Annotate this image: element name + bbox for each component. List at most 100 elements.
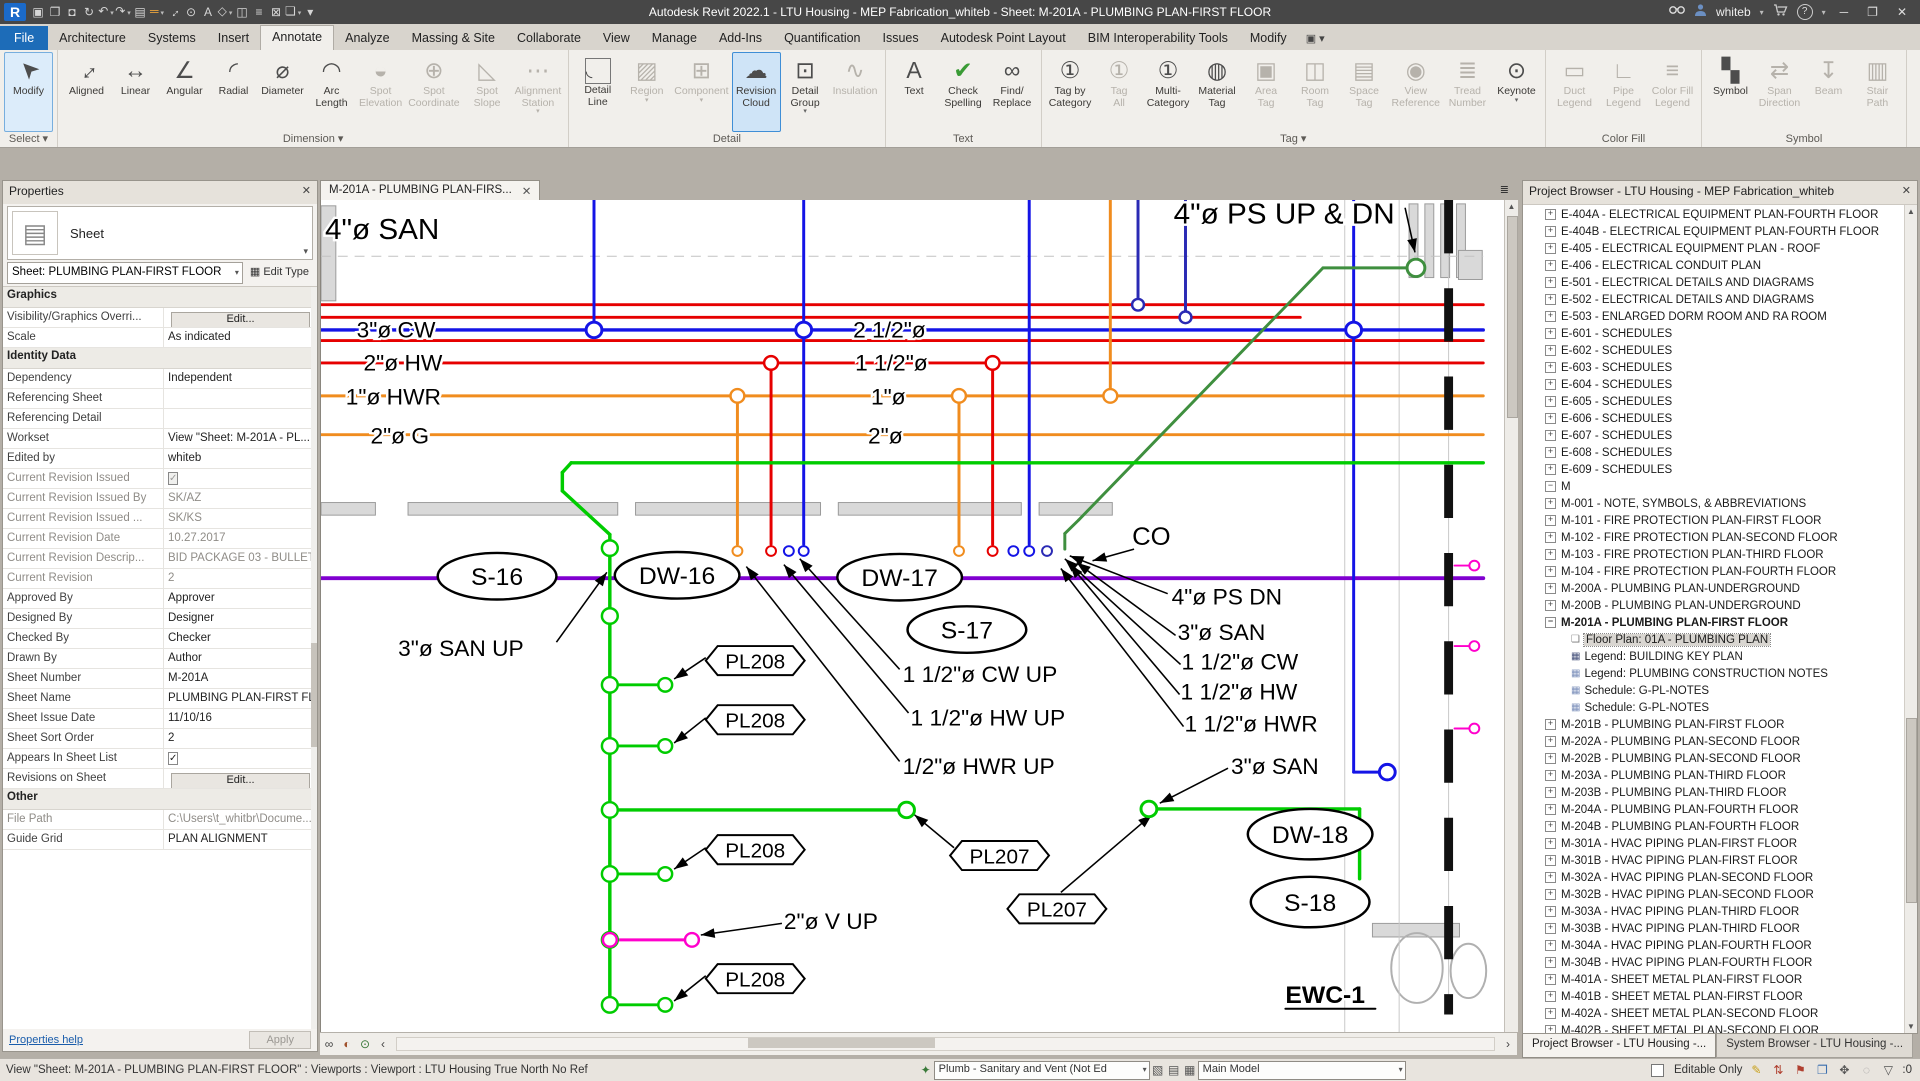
tree-expand-icon[interactable]: + xyxy=(1545,413,1556,424)
tab-add-ins[interactable]: Add-Ins xyxy=(708,26,773,50)
browser-item[interactable]: +E-609 - SCHEDULES xyxy=(1523,461,1917,478)
tree-expand-icon[interactable]: + xyxy=(1545,515,1556,526)
reveal-hidden-elements-icon[interactable]: ◐ xyxy=(338,1037,356,1051)
browser-item[interactable]: + M-402A - SHEET METAL PLAN-SECOND FLOOR xyxy=(1523,1005,1917,1022)
browser-item[interactable]: +E-405 - ELECTRICAL EQUIPMENT PLAN - ROO… xyxy=(1523,240,1917,257)
tree-expand-icon[interactable]: + xyxy=(1545,532,1556,543)
browser-item[interactable]: +M-301B - HVAC PIPING PLAN-FIRST FLOOR xyxy=(1523,852,1917,869)
project-browser-scrollbar[interactable]: ▲▼ xyxy=(1904,205,1917,1033)
browser-item-label[interactable]: M-302A - HVAC PIPING PLAN-SECOND FLOOR xyxy=(1561,872,1813,884)
edit-button[interactable]: Edit... xyxy=(171,773,311,789)
section-icon[interactable]: ◫ xyxy=(234,3,250,21)
browser-item[interactable]: +M-301A - HVAC PIPING PLAN-FIRST FLOOR xyxy=(1523,835,1917,852)
visual-style-icon[interactable]: ⊙ xyxy=(356,1037,374,1051)
tag-by-category-button[interactable]: ①Tag by Category xyxy=(1046,52,1095,132)
browser-item[interactable]: +M-304B - HVAC PIPING PLAN-FOURTH FLOOR xyxy=(1523,954,1917,971)
workset-display-icon[interactable]: ▤ xyxy=(1166,1063,1182,1077)
browser-item[interactable]: +M-200B - PLUMBING PLAN-UNDERGROUND xyxy=(1523,597,1917,614)
tree-expand-icon[interactable]: + xyxy=(1545,1025,1556,1033)
user-icon[interactable] xyxy=(1694,3,1707,21)
project-browser-close-icon[interactable]: ✕ xyxy=(1902,184,1911,197)
property-value[interactable]: Checker xyxy=(163,629,317,648)
browser-item[interactable]: + E-606 - SCHEDULES xyxy=(1523,410,1917,427)
browser-item[interactable]: +M-204A - PLUMBING PLAN-FOURTH FLOOR xyxy=(1523,801,1917,818)
tree-expand-icon[interactable]: + xyxy=(1545,923,1556,934)
browser-item[interactable]: +M-201B - PLUMBING PLAN-FIRST FLOOR xyxy=(1523,716,1917,733)
measure-icon[interactable]: ═ ▾ xyxy=(149,2,165,23)
property-value[interactable]: whiteb xyxy=(163,449,317,468)
sync-with-central-icon[interactable]: ↻ xyxy=(81,3,97,21)
browser-item-label[interactable]: M-402B - SHEET METAL PLAN-SECOND FLOOR xyxy=(1561,1025,1819,1034)
browser-item[interactable]: +M-302A - HVAC PIPING PLAN-SECOND FLOOR xyxy=(1523,869,1917,886)
browser-item-label[interactable]: M-103 - FIRE PROTECTION PLAN-THIRD FLOOR xyxy=(1561,549,1824,561)
browser-item-label[interactable]: M-001 - NOTE, SYMBOLS, & ABBREVIATIONS xyxy=(1561,498,1806,510)
browser-item-label[interactable]: M xyxy=(1561,481,1571,493)
property-value[interactable]: Independent xyxy=(163,369,317,388)
property-value[interactable]: Edit... xyxy=(163,769,317,788)
switch-windows-icon[interactable]: ❏ ▾ xyxy=(285,2,301,23)
browser-item-label[interactable]: E-606 - SCHEDULES xyxy=(1561,413,1672,425)
browser-item[interactable]: +M-103 - FIRE PROTECTION PLAN-THIRD FLOO… xyxy=(1523,546,1917,563)
browser-item[interactable]: +E-605 - SCHEDULES xyxy=(1523,393,1917,410)
window-icon[interactable]: ▣ xyxy=(30,3,46,21)
design-option-dropdown[interactable]: Main Model▾ xyxy=(1198,1061,1406,1080)
browser-item[interactable]: +E-502 - ELECTRICAL DETAILS AND DIAGRAMS xyxy=(1523,291,1917,308)
tab-annotate[interactable]: Annotate xyxy=(260,25,334,50)
browser-item-label[interactable]: E-607 - SCHEDULES xyxy=(1561,430,1672,442)
browser-item[interactable]: +M-204B - PLUMBING PLAN-FOURTH FLOOR xyxy=(1523,818,1917,835)
property-value[interactable]: As indicated xyxy=(163,328,317,347)
browser-item-label[interactable]: M-402A - SHEET METAL PLAN-SECOND FLOOR xyxy=(1561,1008,1818,1020)
system-browser-tab[interactable]: System Browser - LTU Housing -... xyxy=(1716,1034,1913,1058)
tab-systems[interactable]: Systems xyxy=(137,26,207,50)
property-section-graphics[interactable]: Graphics xyxy=(3,287,317,308)
tree-expand-icon[interactable]: + xyxy=(1545,345,1556,356)
default-3d-view-icon[interactable]: ◇ ▾ xyxy=(217,2,233,23)
browser-item-label[interactable]: E-602 - SCHEDULES xyxy=(1561,345,1672,357)
tab-insert[interactable]: Insert xyxy=(207,26,260,50)
tree-expand-icon[interactable]: + xyxy=(1545,906,1556,917)
tree-expand-icon[interactable]: + xyxy=(1545,991,1556,1002)
tree-expand-icon[interactable]: + xyxy=(1545,804,1556,815)
browser-item[interactable]: +M-303B - HVAC PIPING PLAN-THIRD FLOOR xyxy=(1523,920,1917,937)
restore-button[interactable]: ❐ xyxy=(1862,5,1883,19)
browser-item[interactable]: +M-401B - SHEET METAL PLAN-FIRST FLOOR xyxy=(1523,988,1917,1005)
thin-lines-icon[interactable]: ≡ xyxy=(251,3,267,21)
diameter-dimension-button[interactable]: ⌀Diameter xyxy=(258,52,307,132)
property-value[interactable]: SK/AZ xyxy=(163,489,317,508)
property-value[interactable]: PLAN ALIGNMENT xyxy=(163,830,317,849)
browser-item-label[interactable]: E-604 - SCHEDULES xyxy=(1561,379,1672,391)
browser-item-label[interactable]: E-601 - SCHEDULES xyxy=(1561,328,1672,340)
tab-autodesk-point-layout[interactable]: Autodesk Point Layout xyxy=(930,26,1077,50)
drawing-canvas[interactable]: S-16DW-16DW-17S-17DW-18S-18PL208PL208PL2… xyxy=(320,200,1504,1032)
browser-item-label[interactable]: Legend: BUILDING KEY PLAN xyxy=(1584,651,1742,663)
tree-expand-icon[interactable]: + xyxy=(1545,566,1556,577)
browser-item-label[interactable]: M-200A - PLUMBING PLAN-UNDERGROUND xyxy=(1561,583,1800,595)
gray-inactive-worksets-icon[interactable]: ▧ xyxy=(1150,1063,1166,1077)
tab-architecture[interactable]: Architecture xyxy=(48,26,137,50)
undo-icon[interactable]: ↶ ▾ xyxy=(98,2,114,23)
browser-item-label[interactable]: M-204B - PLUMBING PLAN-FOURTH FLOOR xyxy=(1561,821,1799,833)
browser-item-label[interactable]: M-302B - HVAC PIPING PLAN-SECOND FLOOR xyxy=(1561,889,1814,901)
browser-item-label[interactable]: M-203A - PLUMBING PLAN-THIRD FLOOR xyxy=(1561,770,1786,782)
browser-item[interactable]: +M-200A - PLUMBING PLAN-UNDERGROUND xyxy=(1523,580,1917,597)
property-value[interactable]: ✓ xyxy=(163,469,317,488)
browser-item[interactable]: ▦Schedule: G-PL-NOTES xyxy=(1523,699,1917,716)
revit-logo-icon[interactable]: R xyxy=(4,3,26,21)
worksets-icon[interactable]: ✦ xyxy=(918,1063,934,1077)
scroll-right-icon[interactable]: › xyxy=(1499,1037,1517,1051)
arc-length-dimension-button[interactable]: ◠Arc Length xyxy=(307,52,356,132)
browser-item-label[interactable]: E-405 - ELECTRICAL EQUIPMENT PLAN - ROOF xyxy=(1561,243,1820,255)
tab-manage[interactable]: Manage xyxy=(641,26,708,50)
view-tab-close-icon[interactable]: ✕ xyxy=(522,184,532,200)
browser-item-label[interactable]: M-401A - SHEET METAL PLAN-FIRST FLOOR xyxy=(1561,974,1802,986)
find-replace-button[interactable]: ∞Find/ Replace xyxy=(988,52,1037,132)
tree-expand-icon[interactable]: + xyxy=(1545,974,1556,985)
angular-dimension-button[interactable]: ∠Angular xyxy=(160,52,209,132)
browser-item-label[interactable]: M-303A - HVAC PIPING PLAN-THIRD FLOOR xyxy=(1561,906,1799,918)
browser-item-label[interactable]: M-202B - PLUMBING PLAN-SECOND FLOOR xyxy=(1561,753,1801,765)
property-value[interactable]: M-201A xyxy=(163,669,317,688)
property-value[interactable]: PLUMBING PLAN-FIRST FL... xyxy=(163,689,317,708)
tree-expand-icon[interactable]: − xyxy=(1545,481,1556,492)
tree-expand-icon[interactable]: + xyxy=(1545,447,1556,458)
tree-expand-icon[interactable]: + xyxy=(1545,1008,1556,1019)
